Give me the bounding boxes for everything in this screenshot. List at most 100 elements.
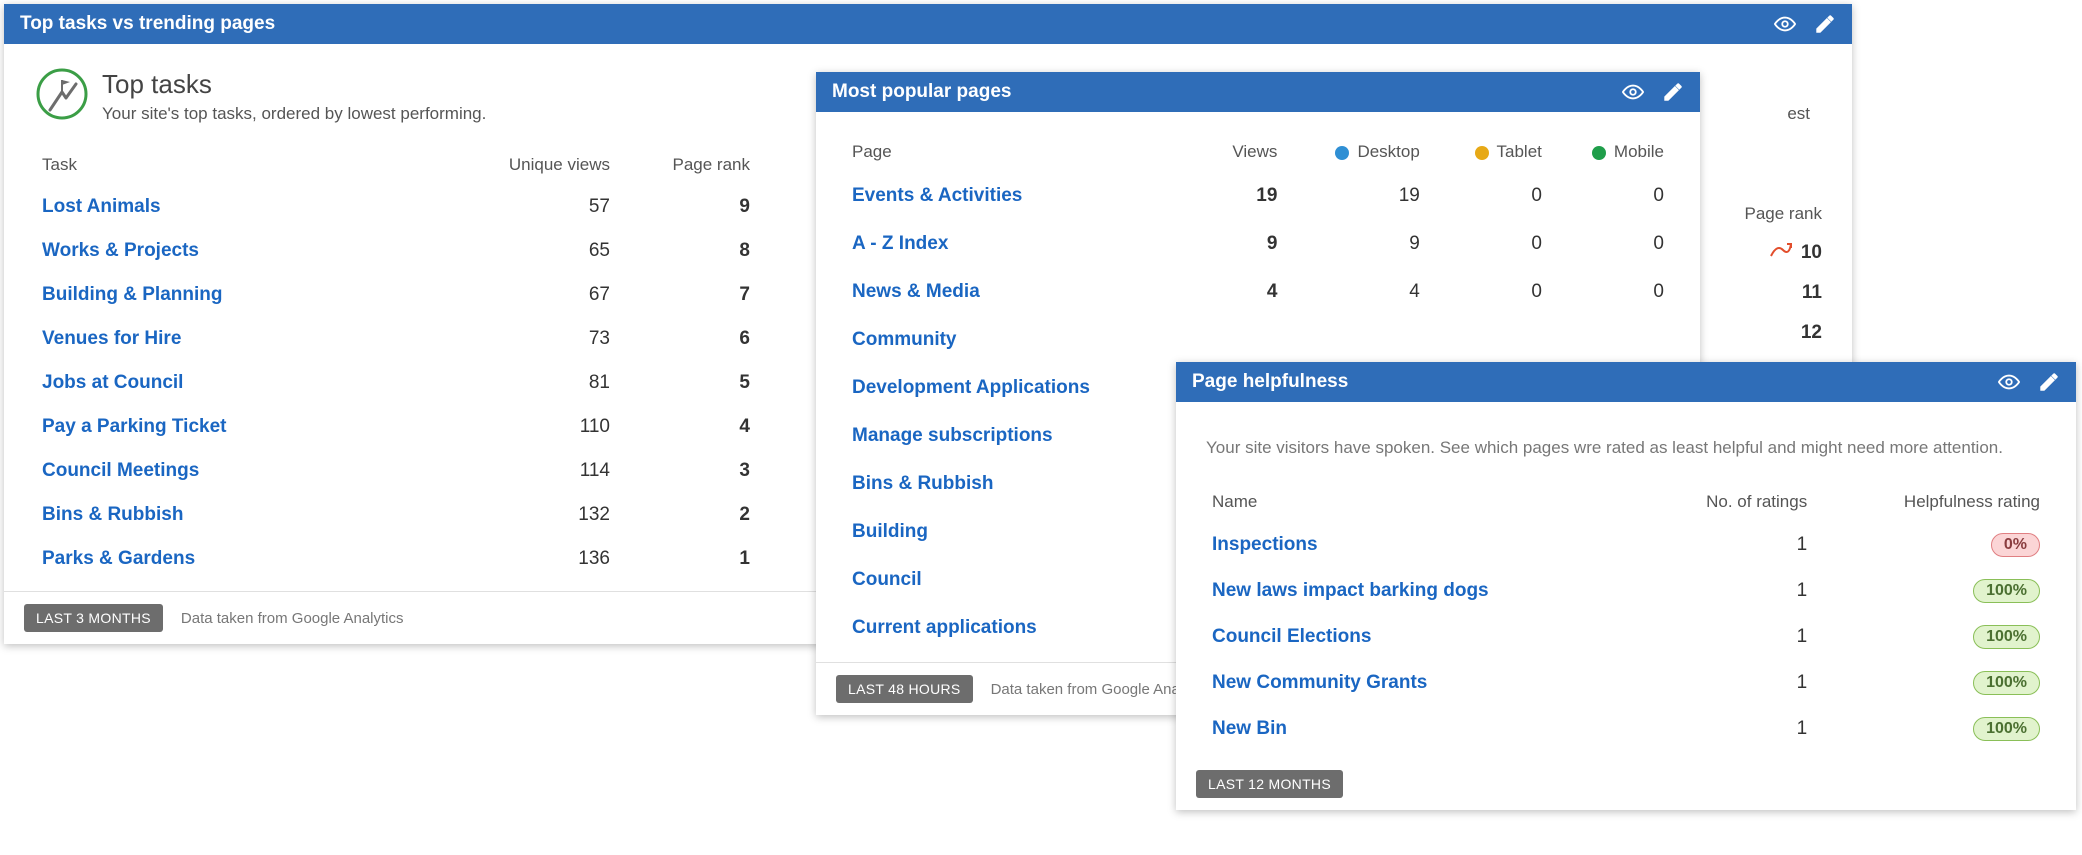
- page-link[interactable]: New Bin: [1212, 718, 1287, 739]
- mobile-dot-icon: [1592, 146, 1606, 160]
- views-cell: 132: [456, 493, 616, 537]
- page-cell: News & Media: [846, 268, 1182, 316]
- name-cell: New laws impact barking dogs: [1206, 568, 1641, 614]
- task-cell: Council Meetings: [36, 449, 456, 493]
- table-row: Bins & Rubbish 1322: [36, 493, 756, 537]
- page-link[interactable]: Bins & Rubbish: [852, 473, 993, 494]
- helpfulness-badge: 100%: [1973, 625, 2040, 649]
- task-cell: Bins & Rubbish: [36, 493, 456, 537]
- task-cell: Parks & Gardens: [36, 537, 456, 581]
- rank-cell: 2: [616, 493, 756, 537]
- page-link[interactable]: Community: [852, 329, 957, 350]
- rank-cell: 1: [616, 537, 756, 581]
- rank-cell: 4: [616, 405, 756, 449]
- task-cell: Works & Projects: [36, 229, 456, 273]
- task-link[interactable]: Venues for Hire: [42, 328, 181, 349]
- range-pill[interactable]: LAST 12 MONTHS: [1196, 770, 1343, 798]
- ratings-cell: 1: [1641, 660, 1813, 706]
- page-link[interactable]: Building: [852, 521, 928, 542]
- table-row: News & Media4400: [846, 268, 1670, 316]
- top-tasks-table: Task Unique views Page rank Lost Animals…: [36, 145, 756, 581]
- eye-icon[interactable]: [1998, 371, 2020, 393]
- tablet-cell: 0: [1426, 220, 1548, 268]
- helpfulness-table: Name No. of ratings Helpfulness rating I…: [1206, 482, 2046, 752]
- table-row: New Community Grants1100%: [1206, 660, 2046, 706]
- pencil-icon[interactable]: [1814, 13, 1836, 35]
- footer-note: Data taken from Google Analy: [991, 681, 1191, 698]
- table-row: Pay a Parking Ticket1104: [36, 405, 756, 449]
- table-row: Jobs at Council 815: [36, 361, 756, 405]
- task-cell: Building & Planning: [36, 273, 456, 317]
- legend-mobile: Mobile: [1614, 142, 1664, 161]
- trend-up-icon: [1769, 242, 1793, 264]
- task-link[interactable]: Council Meetings: [42, 460, 199, 481]
- legend-desktop: Desktop: [1357, 142, 1419, 161]
- rank-cell: 5: [616, 361, 756, 405]
- table-row: Lost Animals579: [36, 185, 756, 229]
- views-cell: 67: [456, 273, 616, 317]
- task-link[interactable]: Building & Planning: [42, 284, 222, 305]
- right-rank-header: Page rank: [1745, 204, 1823, 224]
- page-link[interactable]: Council: [852, 569, 922, 590]
- task-link[interactable]: Bins & Rubbish: [42, 504, 183, 525]
- page-cell: A - Z Index: [846, 220, 1182, 268]
- eye-icon[interactable]: [1622, 81, 1644, 103]
- sub-heading: Top tasks: [102, 69, 486, 100]
- pencil-icon[interactable]: [2038, 371, 2060, 393]
- page-link[interactable]: New laws impact barking dogs: [1212, 580, 1489, 601]
- task-link[interactable]: Jobs at Council: [42, 372, 183, 393]
- partial-text: est: [1787, 104, 1810, 124]
- page-cell: Manage subscriptions: [846, 412, 1182, 460]
- page-link[interactable]: Council Elections: [1212, 626, 1371, 647]
- views-cell: 4: [1182, 268, 1284, 316]
- col-page-rank: Page rank: [616, 145, 756, 185]
- page-link[interactable]: A - Z Index: [852, 233, 948, 254]
- page-cell: Current applications: [846, 604, 1182, 652]
- helpfulness-badge: 0%: [1991, 533, 2040, 557]
- task-cell: Pay a Parking Ticket: [36, 405, 456, 449]
- views-cell: 81: [456, 361, 616, 405]
- page-helpfulness-panel: Page helpfulness Your site visitors have…: [1176, 362, 2076, 810]
- table-row: New Bin 1 100%: [1206, 706, 2046, 752]
- views-cell: 136: [456, 537, 616, 581]
- page-link[interactable]: Development Applications: [852, 377, 1090, 398]
- col-name: Name: [1206, 482, 1641, 522]
- page-link[interactable]: News & Media: [852, 281, 980, 302]
- page-link[interactable]: Events & Activities: [852, 185, 1022, 206]
- table-row: Parks & Gardens 1361: [36, 537, 756, 581]
- table-row: Council Elections1100%: [1206, 614, 2046, 660]
- desktop-cell: [1283, 316, 1425, 364]
- panel-header: Most popular pages: [816, 72, 1700, 112]
- rank-cell: 6: [616, 317, 756, 361]
- helpfulness-badge: 100%: [1973, 717, 2040, 741]
- rank-cell: 7: [616, 273, 756, 317]
- table-row: Events & Activities191900: [846, 172, 1670, 220]
- rank-cell: 3: [616, 449, 756, 493]
- page-link[interactable]: New Community Grants: [1212, 672, 1427, 693]
- name-cell: New Community Grants: [1206, 660, 1641, 706]
- range-pill[interactable]: LAST 48 HOURS: [836, 675, 973, 703]
- tablet-cell: 0: [1426, 268, 1548, 316]
- panel-footer: LAST 12 MONTHS: [1176, 758, 2076, 810]
- panel-title: Most popular pages: [832, 81, 1604, 103]
- page-link[interactable]: Manage subscriptions: [852, 425, 1053, 446]
- ratings-cell: 1: [1641, 706, 1813, 752]
- rank-cell: 8: [616, 229, 756, 273]
- right-rank-column: Page rank 10 11 12: [1745, 204, 1823, 362]
- helpfulness-badge: 100%: [1973, 579, 2040, 603]
- pencil-icon[interactable]: [1662, 81, 1684, 103]
- page-cell: Building: [846, 508, 1182, 556]
- tablet-dot-icon: [1475, 146, 1489, 160]
- page-link[interactable]: Current applications: [852, 617, 1037, 638]
- desktop-cell: 4: [1283, 268, 1425, 316]
- page-link[interactable]: Inspections: [1212, 534, 1318, 555]
- page-cell: Bins & Rubbish: [846, 460, 1182, 508]
- task-link[interactable]: Works & Projects: [42, 240, 199, 261]
- task-link[interactable]: Parks & Gardens: [42, 548, 195, 569]
- rank-cell: 9: [616, 185, 756, 229]
- task-link[interactable]: Lost Animals: [42, 196, 161, 217]
- eye-icon[interactable]: [1774, 13, 1796, 35]
- page-cell: Events & Activities: [846, 172, 1182, 220]
- task-link[interactable]: Pay a Parking Ticket: [42, 416, 226, 437]
- range-pill[interactable]: LAST 3 MONTHS: [24, 604, 163, 632]
